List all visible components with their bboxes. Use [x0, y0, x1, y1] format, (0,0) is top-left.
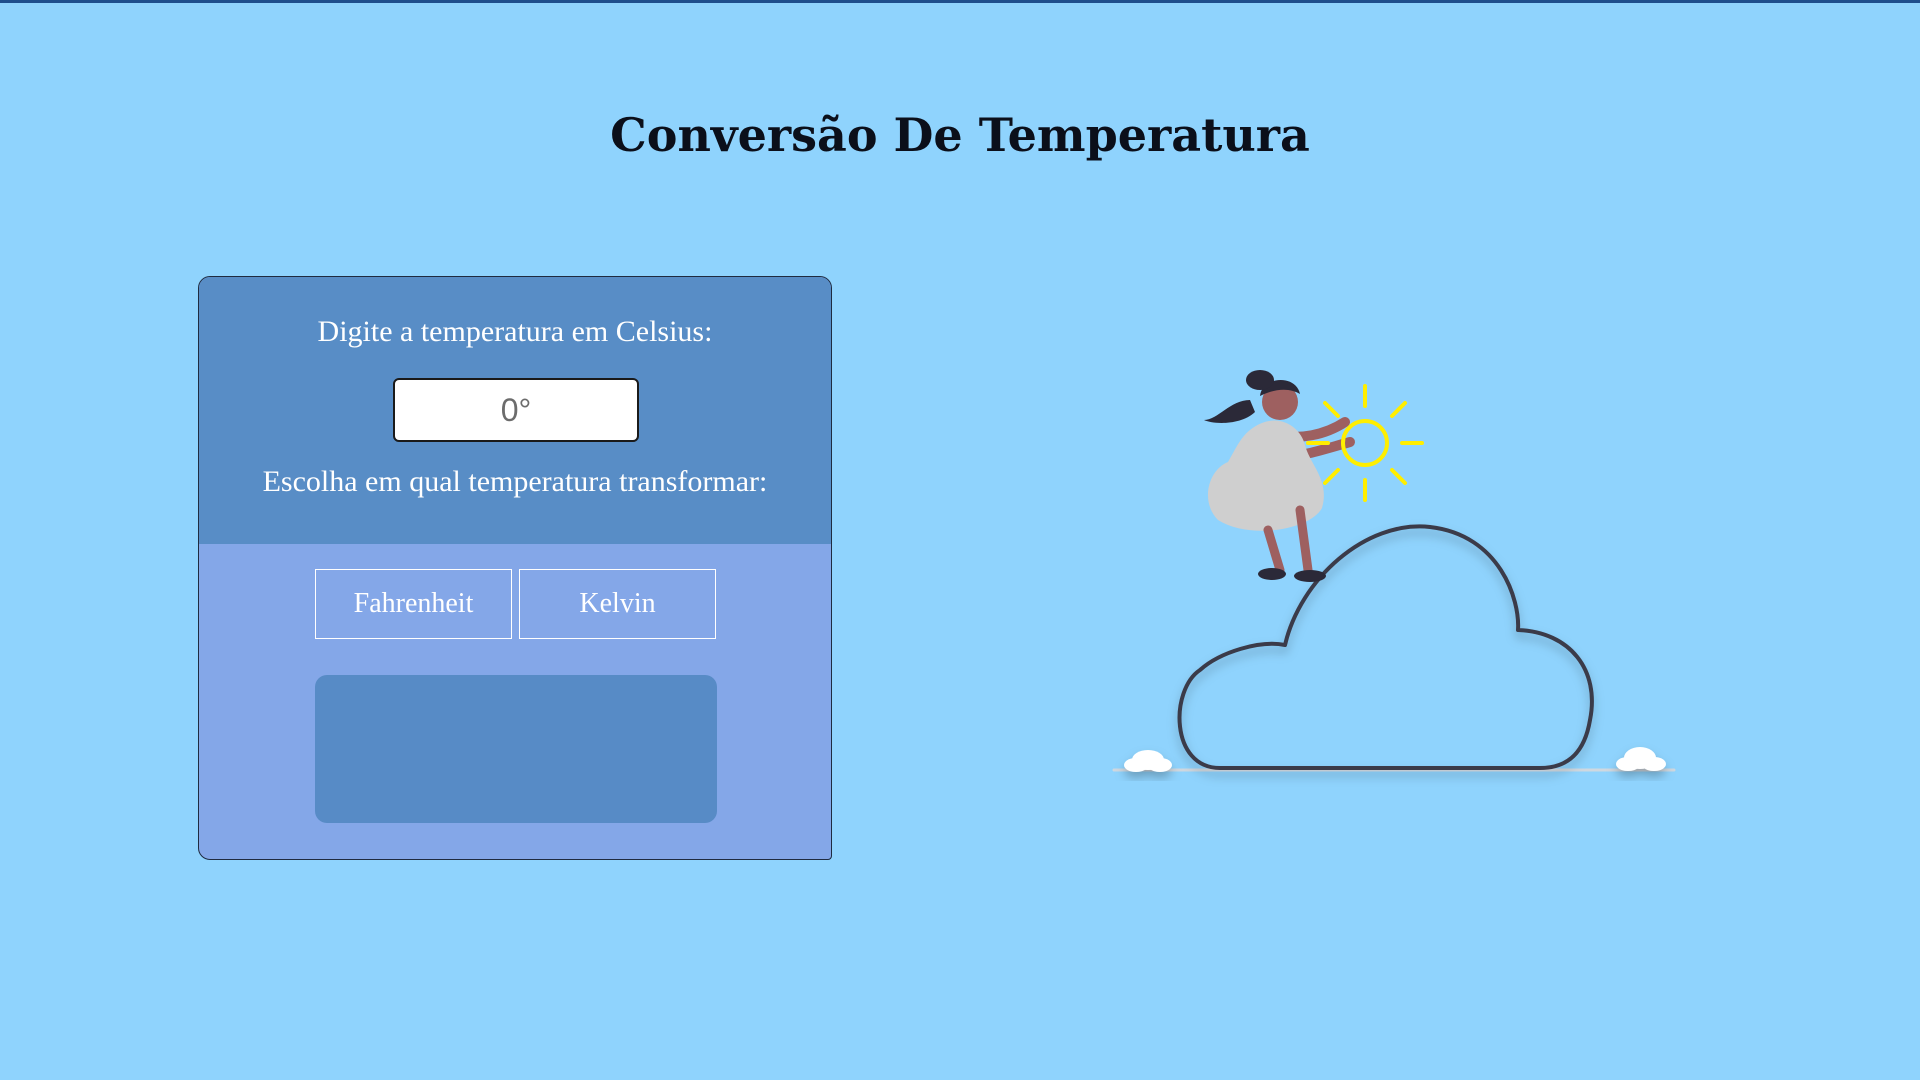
small-cloud-right-icon — [1616, 747, 1666, 771]
celsius-label: Digite a temperatura em Celsius: — [317, 315, 713, 348]
result-display — [315, 675, 717, 823]
fahrenheit-button[interactable]: Fahrenheit — [315, 569, 512, 639]
top-border-line — [0, 0, 1920, 3]
converter-card: Digite a temperatura em Celsius: Escolha… — [198, 276, 832, 860]
woman-placing-sun-on-cloud-illustration — [1112, 370, 1676, 772]
page-title: Conversão De Temperatura — [610, 108, 1310, 162]
kelvin-button[interactable]: Kelvin — [519, 569, 716, 639]
choose-conversion-label: Escolha em qual temperatura transformar: — [262, 465, 768, 498]
small-cloud-left-icon — [1124, 750, 1172, 772]
woman-figure — [1204, 370, 1355, 582]
celsius-input[interactable] — [393, 378, 639, 442]
cloud-outline-icon — [1177, 524, 1594, 770]
converter-card-header: Digite a temperatura em Celsius: Escolha… — [199, 277, 831, 544]
sun-icon — [1306, 384, 1424, 502]
